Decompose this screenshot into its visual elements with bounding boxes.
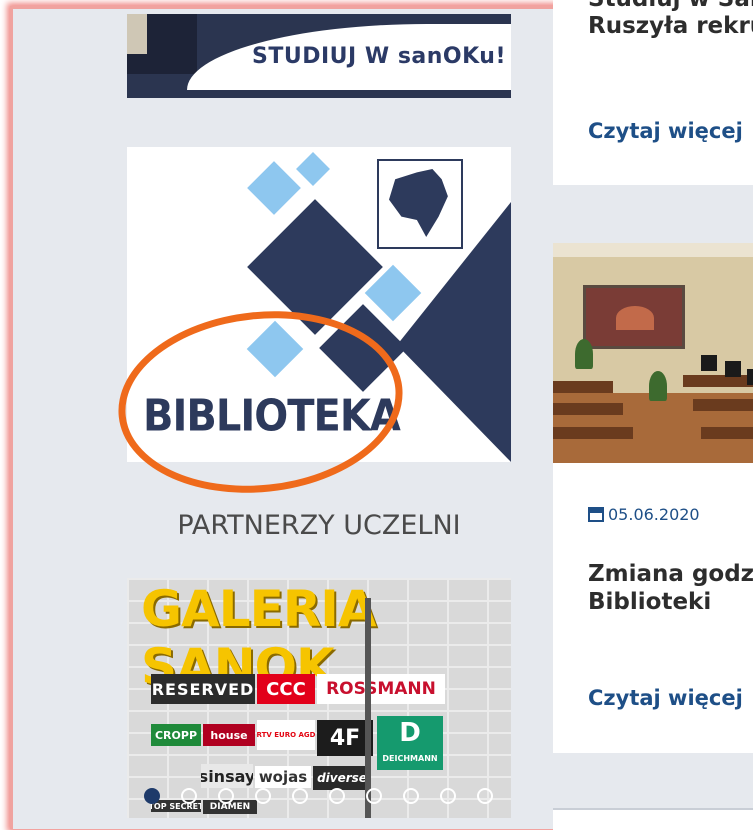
read-more-link[interactable]: Czytaj więcej [588, 686, 743, 710]
photo-monitor [701, 355, 717, 371]
store-sign: wojas [255, 766, 311, 788]
studiuj-banner[interactable]: STUDIUJ W sanOKu! [127, 14, 511, 98]
news-card [553, 808, 753, 830]
carousel-dot[interactable] [144, 788, 160, 804]
carousel-dot[interactable] [255, 788, 271, 804]
photo-desk [701, 427, 753, 439]
photo-monitor [747, 369, 753, 385]
photo-painting [583, 285, 685, 349]
read-more-link[interactable]: Czytaj więcej [588, 119, 743, 143]
photo-desk [693, 399, 753, 411]
photo-ceiling [553, 243, 753, 257]
photo-plant [649, 371, 667, 401]
news-title[interactable]: Studiuj w San Ruszyła rekru [588, 0, 753, 40]
news-title-line: Studiuj w San [588, 0, 753, 13]
store-sign: RTV EURO AGD [257, 720, 315, 750]
diamond-light-2 [296, 152, 330, 186]
carousel-dot[interactable] [440, 788, 456, 804]
photo-desk [553, 403, 623, 415]
carousel-dot[interactable] [292, 788, 308, 804]
news-photo-library-room[interactable] [553, 243, 753, 463]
diamond-light-1 [247, 161, 301, 215]
carousel-dot[interactable] [403, 788, 419, 804]
calendar-icon [588, 507, 604, 522]
store-sign: CROPP [151, 724, 201, 746]
store-sign: ROSSMANN [317, 674, 445, 704]
store-sign: house [203, 724, 255, 746]
carousel-dot[interactable] [477, 788, 493, 804]
photo-desk [683, 375, 753, 387]
photo-plant [575, 339, 593, 369]
banner-text: STUDIUJ W sanOKu! [252, 44, 506, 69]
store-sign: CCC [257, 674, 315, 704]
news-date-text: 05.06.2020 [608, 505, 700, 524]
store-sign: diverse [313, 766, 371, 790]
store-sign: RESERVED [151, 674, 255, 704]
carousel-dot[interactable] [329, 788, 345, 804]
news-title-line: Ruszyła rekru [588, 13, 753, 39]
store-sign: D [399, 718, 421, 748]
news-date: 05.06.2020 [588, 505, 700, 524]
lamp-pole [365, 598, 371, 818]
store-sign: DEICHMANN [382, 753, 438, 763]
carousel-dot[interactable] [218, 788, 234, 804]
deichmann-sign: D DEICHMANN [377, 716, 443, 770]
carousel-dot[interactable] [181, 788, 197, 804]
partners-heading: PARTNERZY UCZELNI [177, 510, 461, 541]
news-title[interactable]: Zmiana godzi Biblioteki [588, 560, 753, 616]
news-title-line: Biblioteki [588, 589, 712, 615]
store-sign: sinsay [201, 764, 253, 788]
partner-carousel-slide[interactable]: GALERIA SANOK RESERVED CCC ROSSMANN CROP… [127, 578, 511, 818]
photo-desk [553, 381, 613, 393]
painting-sun [616, 306, 654, 330]
photo-desk [553, 427, 633, 439]
news-title-line: Zmiana godzi [588, 561, 753, 587]
banner-bottom-bar [127, 90, 511, 98]
carousel-dots [140, 788, 500, 808]
photo-monitor [725, 361, 741, 377]
carousel-dot[interactable] [366, 788, 382, 804]
eagle-icon [389, 169, 448, 237]
university-emblem [377, 159, 463, 249]
